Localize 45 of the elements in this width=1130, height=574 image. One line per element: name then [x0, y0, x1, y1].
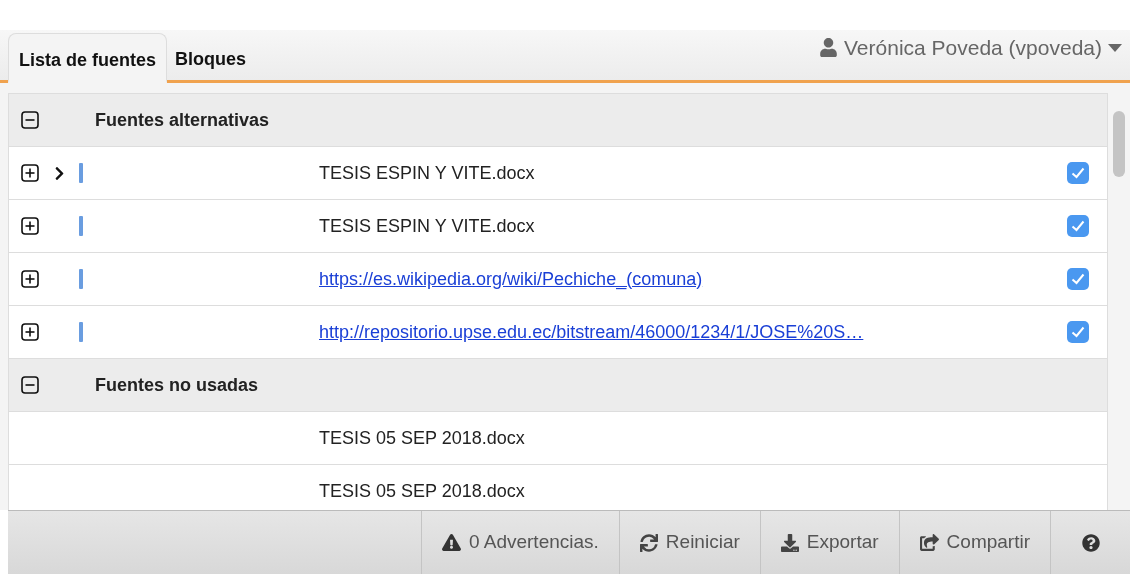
group-title: Fuentes alternativas [95, 108, 270, 132]
checkbox[interactable] [1067, 268, 1089, 290]
download-icon [780, 533, 799, 552]
collapse-icon[interactable] [21, 376, 39, 394]
tab[interactable]: Lista de fuentes [8, 33, 168, 83]
group-title: Fuentes no usadas [95, 373, 259, 397]
source-link[interactable]: https://es.wikipedia.org/wiki/Pechiche_(comuna) [319, 268, 703, 289]
scrollbar-thumb[interactable] [1113, 111, 1125, 177]
expand-icon[interactable] [21, 270, 39, 288]
share-icon [919, 533, 939, 552]
tab[interactable]: Bloques [167, 33, 255, 80]
user-menu[interactable]: Verónica Poveda (vpoveda) [819, 32, 1122, 64]
source-link[interactable]: http://repositorio.upse.edu.ec/bitstream/46000/1234/1/JOSE%20S… [319, 321, 864, 342]
check-icon [1071, 326, 1085, 338]
user-icon [819, 38, 838, 58]
refresh-icon [639, 533, 658, 552]
checkbox[interactable] [1067, 321, 1089, 343]
expand-icon[interactable] [21, 164, 39, 182]
footer-button[interactable]: 0 Advertencias. [420, 511, 619, 574]
footer-button[interactable]: Compartir [898, 511, 1050, 574]
color-bar [79, 163, 83, 183]
color-bar [79, 216, 83, 236]
color-bar [79, 322, 83, 342]
warning-icon [441, 533, 461, 552]
source-row[interactable]: TESIS ESPIN Y VITE.docx [9, 200, 1107, 253]
source-row[interactable]: TESIS 05 SEP 2018.docx [9, 412, 1107, 465]
source-name: TESIS 05 SEP 2018.docx [319, 427, 525, 448]
check-icon [1071, 220, 1085, 232]
checkbox[interactable] [1067, 162, 1089, 184]
footer-button[interactable]: Reiniciar [618, 511, 760, 574]
checkbox[interactable] [1067, 215, 1089, 237]
source-name: TESIS 05 SEP 2018.docx [319, 480, 525, 501]
source-name: TESIS ESPIN Y VITE.docx [319, 162, 535, 183]
check-icon [1071, 273, 1085, 285]
source-row[interactable]: TESIS ESPIN Y VITE.docx [9, 147, 1107, 200]
source-row[interactable]: https://es.wikipedia.org/wiki/Pechiche_(comuna) [9, 253, 1107, 306]
caret-icon [1108, 43, 1122, 52]
footer-button[interactable]: Exportar [759, 511, 899, 574]
help-icon [1081, 533, 1100, 552]
expand-icon[interactable] [21, 323, 39, 341]
collapse-icon[interactable] [21, 111, 39, 129]
check-icon [1071, 167, 1085, 179]
expand-icon[interactable] [21, 217, 39, 235]
color-bar [79, 269, 83, 289]
source-name: TESIS ESPIN Y VITE.docx [319, 215, 535, 236]
